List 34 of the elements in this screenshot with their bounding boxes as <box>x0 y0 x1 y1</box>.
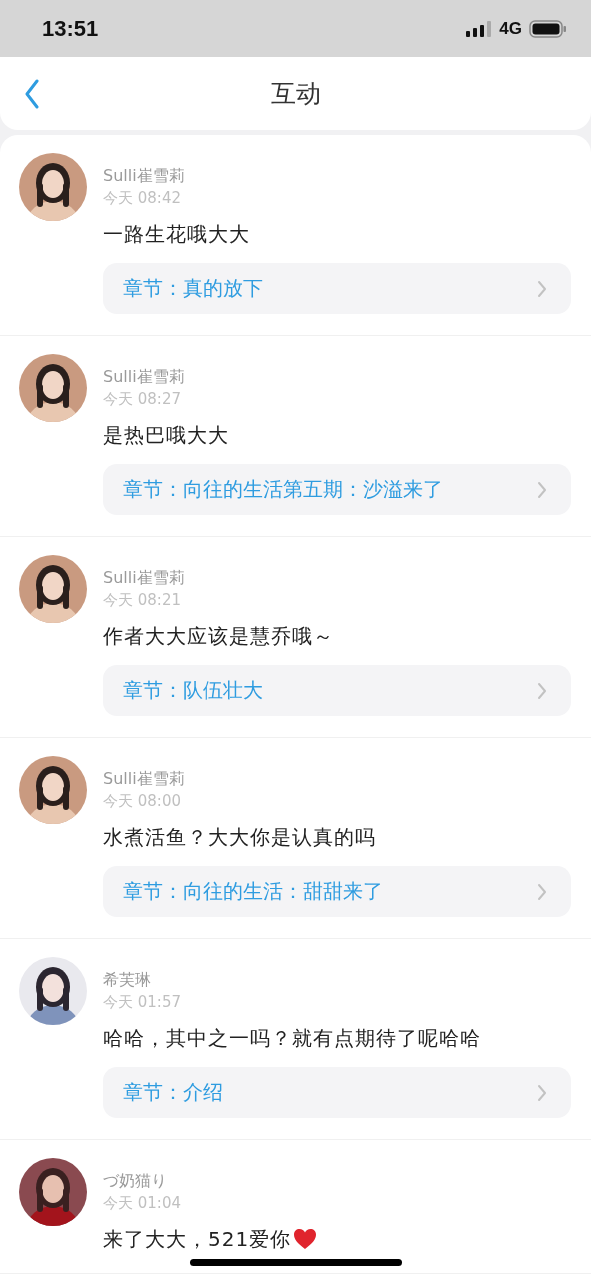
comment-time: 今天 08:27 <box>103 389 181 410</box>
network-label: 4G <box>499 18 522 39</box>
battery-icon <box>529 19 567 38</box>
signal-icon <box>466 20 493 37</box>
user-name: づ奶猫り <box>103 1170 167 1192</box>
chapter-link[interactable]: 章节：向往的生活第五期：沙溢来了 <box>103 464 571 515</box>
back-icon[interactable] <box>24 79 40 109</box>
chapter-link[interactable]: 章节：真的放下 <box>103 263 571 314</box>
chapter-link[interactable]: 章节：介绍 <box>103 1067 571 1118</box>
user-name: Sulli崔雪莉 <box>103 768 185 790</box>
chevron-right-icon <box>537 279 547 298</box>
chapter-link[interactable]: 章节：队伍壮大 <box>103 665 571 716</box>
user-name: Sulli崔雪莉 <box>103 567 185 589</box>
comment-text: 作者大大应该是慧乔哦～ <box>103 623 334 649</box>
comment-text: 一路生花哦大大 <box>103 221 250 247</box>
comment-text: 哈哈，其中之一吗？就有点期待了呢哈哈 <box>103 1025 481 1051</box>
comment-time: 今天 01:57 <box>103 992 181 1013</box>
user-name: Sulli崔雪莉 <box>103 366 185 388</box>
comment-time: 今天 08:00 <box>103 791 181 812</box>
comment-text: 水煮活鱼？大大你是认真的吗 <box>103 824 376 850</box>
comment-time: 今天 08:42 <box>103 188 181 209</box>
comment-time: 今天 01:04 <box>103 1193 181 1214</box>
chevron-right-icon <box>537 1083 547 1102</box>
comment-time: 今天 08:21 <box>103 590 181 611</box>
page-title: 互动 <box>270 78 321 110</box>
comment-text: 来了大大，521爱你 <box>103 1226 292 1252</box>
chevron-right-icon <box>537 480 547 499</box>
chevron-right-icon <box>537 681 547 700</box>
status-time: 13:51 <box>42 15 99 42</box>
chevron-right-icon <box>537 882 547 901</box>
comment-text: 是热巴哦大大 <box>103 422 229 448</box>
chapter-link[interactable]: 章节：向往的生活：甜甜来了 <box>103 866 571 917</box>
user-name: 希芙琳 <box>103 969 151 991</box>
user-name: Sulli崔雪莉 <box>103 165 185 187</box>
